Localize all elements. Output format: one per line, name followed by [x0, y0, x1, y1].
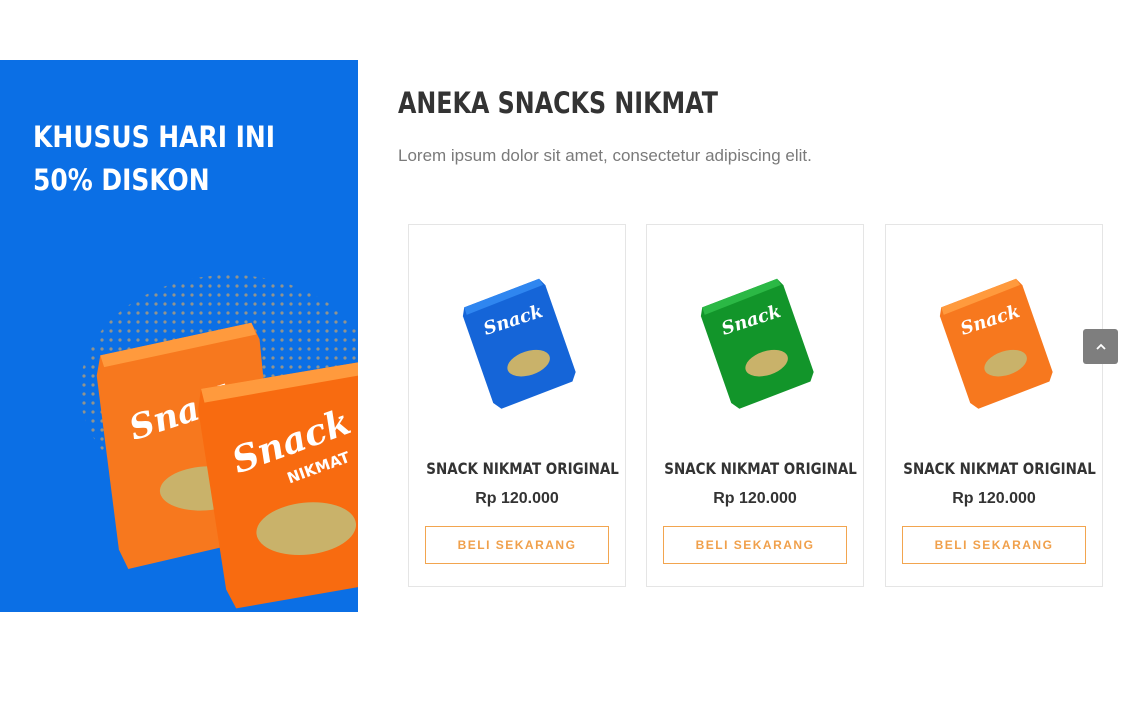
- product-image: Snack: [462, 278, 576, 409]
- chevron-up-icon: [1095, 343, 1106, 350]
- promo-line-1: KHUSUS HARI INI: [33, 120, 276, 154]
- promo-snack-image: Snack Snack NIKMAT: [80, 275, 358, 609]
- product-card: Snack SNACK NIKMAT ORIGINAL Rp 120.000 B…: [646, 224, 864, 587]
- buy-now-button[interactable]: BELI SEKARANG: [663, 526, 847, 564]
- promo-banner: KHUSUS HARI INI 50% DISKON Snack Snack N…: [0, 60, 358, 612]
- buy-now-button[interactable]: BELI SEKARANG: [902, 526, 1086, 564]
- product-image: Snack: [700, 278, 814, 409]
- section-subtitle: Lorem ipsum dolor sit amet, consectetur …: [398, 146, 812, 165]
- product-name: SNACK NIKMAT ORIGINAL: [903, 459, 1096, 478]
- promo-line-2: 50% DISKON: [33, 163, 210, 197]
- product-price: Rp 120.000: [475, 490, 559, 507]
- scroll-to-top-button[interactable]: [1083, 329, 1118, 364]
- product-card: Snack SNACK NIKMAT ORIGINAL Rp 120.000 B…: [885, 224, 1103, 587]
- product-name: SNACK NIKMAT ORIGINAL: [664, 459, 857, 478]
- product-image: Snack: [939, 278, 1053, 409]
- section-title: ANEKA SNACKS NIKMAT: [398, 86, 719, 120]
- product-name: SNACK NIKMAT ORIGINAL: [426, 459, 619, 478]
- product-card: Snack SNACK NIKMAT ORIGINAL Rp 120.000 B…: [408, 224, 626, 587]
- promo-title: KHUSUS HARI INI 50% DISKON: [33, 116, 291, 202]
- product-price: Rp 120.000: [952, 490, 1036, 507]
- buy-now-button[interactable]: BELI SEKARANG: [425, 526, 609, 564]
- product-price: Rp 120.000: [713, 490, 797, 507]
